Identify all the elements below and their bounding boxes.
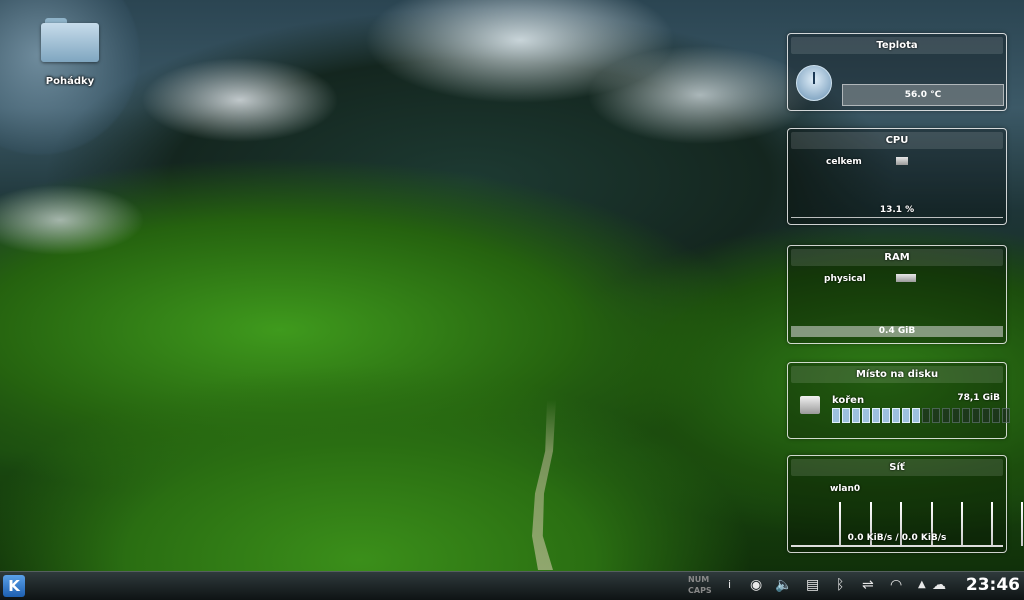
disk-label: kořen (832, 395, 865, 406)
cpu-widget[interactable]: CPU celkem 13.1 % (787, 128, 1007, 225)
widget-title: RAM (791, 249, 1003, 266)
disk-usage-segment (852, 408, 860, 423)
volume-icon[interactable]: 🔈 (775, 576, 792, 594)
ram-legend-swatch (896, 274, 916, 282)
widget-title: CPU (791, 132, 1003, 149)
thermometer-gauge-icon (796, 65, 832, 101)
temperature-widget[interactable]: Teplota 56.0 °C (787, 33, 1007, 111)
caps-lock-label: CAPS (688, 586, 712, 595)
num-lock-label: NUM (688, 575, 710, 584)
cpu-plot-line (791, 217, 1003, 218)
cd-icon[interactable]: ◉ (750, 576, 762, 594)
disk-usage-segment (992, 408, 1000, 423)
disk-usage-segment (882, 408, 890, 423)
ram-widget[interactable]: RAM physical 0.4 GiB (787, 245, 1007, 344)
taskbar-panel: K NUM CAPS i ◉ 🔈 ▤ ᛒ ⇌ ◠ ▲ ☁ 23:46 (0, 571, 1024, 600)
disk-usage-segment (942, 408, 950, 423)
disk-usage-segment (902, 408, 910, 423)
disk-usage-segment (932, 408, 940, 423)
info-icon[interactable]: i (728, 576, 731, 594)
disk-usage-segment (962, 408, 970, 423)
disk-usage-segment (972, 408, 980, 423)
desktop-icon-pohadky[interactable]: Pohádky (30, 18, 110, 87)
network-widget[interactable]: Síť wlan0 0.0 KiB/s / 0.0 KiB/s (787, 455, 1023, 553)
desktop-icon-label: Pohádky (45, 76, 95, 87)
kde-logo-icon[interactable]: K (3, 575, 25, 597)
disk-usage-segment (862, 408, 870, 423)
widget-title: Teplota (791, 37, 1003, 54)
widget-title: Místo na disku (791, 366, 1003, 383)
disk-usage-segment (892, 408, 900, 423)
folder-icon (41, 18, 99, 62)
disk-free-value: 78,1 GiB (957, 393, 1000, 403)
clipboard-icon[interactable]: ▤ (806, 576, 819, 594)
disk-usage-segment (872, 408, 880, 423)
disk-usage-segment (1002, 408, 1010, 423)
widget-title: Síť (791, 459, 1003, 476)
cpu-label: celkem (826, 157, 862, 167)
disk-usage-meter (832, 408, 1010, 423)
clock[interactable]: 23:46 (966, 574, 1020, 596)
disk-usage-segment (982, 408, 990, 423)
disk-usage-segment (842, 408, 850, 423)
disk-usage-segment (912, 408, 920, 423)
bluetooth-icon[interactable]: ᛒ (836, 576, 844, 594)
ram-value: 0.4 GiB (791, 326, 1003, 337)
wifi-icon[interactable]: ◠ (890, 576, 902, 594)
network-interface-label: wlan0 (830, 484, 861, 494)
temperature-value: 56.0 °C (842, 84, 1004, 106)
network-rate-value: 0.0 KiB/s / 0.0 KiB/s (847, 533, 947, 543)
disk-usage-segment (922, 408, 930, 423)
cpu-value: 13.1 % (879, 205, 915, 215)
keyboard-lock-indicators: NUM CAPS (688, 574, 712, 596)
network-spike (1021, 502, 1023, 546)
ram-label: physical (824, 274, 866, 284)
wallpaper-path (532, 400, 556, 570)
usb-icon[interactable]: ⇌ (862, 576, 874, 594)
cpu-legend-swatch (896, 157, 908, 165)
disk-space-widget[interactable]: Místo na disku kořen 78,1 GiB (787, 362, 1010, 439)
disk-usage-segment (832, 408, 840, 423)
disk-usage-segment (952, 408, 960, 423)
hard-drive-icon (800, 396, 820, 414)
expand-arrow-icon[interactable]: ▲ (918, 576, 926, 594)
weather-cloud-icon[interactable]: ☁ (932, 576, 946, 594)
